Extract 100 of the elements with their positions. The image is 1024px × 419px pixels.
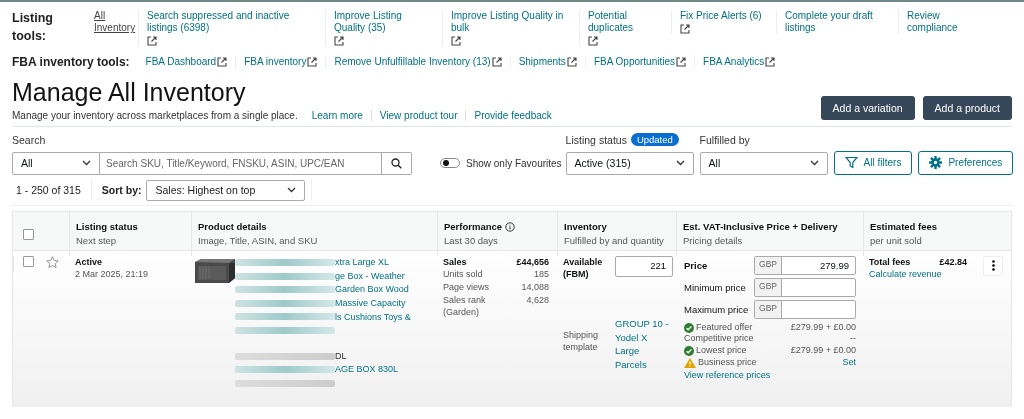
checkbox[interactable] <box>23 255 34 267</box>
more-options-button[interactable] <box>983 255 1003 276</box>
external-link-icon <box>566 57 577 68</box>
price-field[interactable]: GBP <box>754 299 856 319</box>
search-button[interactable] <box>382 151 412 175</box>
external-link-icon <box>765 57 776 68</box>
tool-link[interactable]: Complete your draft listings <box>776 10 898 34</box>
rank-category: (Garden) <box>443 306 480 319</box>
offer-value: £279.99 + £0.00 <box>790 345 856 357</box>
action-button[interactable]: Add a variation <box>820 95 915 120</box>
column-subtitle: Next step <box>76 234 118 249</box>
shipping-template-link[interactable]: GROUP 10 - Yodel X Large Parcels <box>615 316 673 402</box>
warning-icon <box>684 357 696 368</box>
product-title-fragment[interactable]: Massive Capacity <box>335 297 406 310</box>
external-link-icon <box>676 57 687 68</box>
column-title: Listing status <box>76 219 138 234</box>
external-link-icon <box>491 57 502 68</box>
inventory-label: Available (FBM) <box>563 255 604 282</box>
caret-icon <box>809 160 819 167</box>
price-field[interactable]: GBP 279.99 <box>754 255 856 275</box>
filter-button[interactable]: Preferences <box>918 150 1014 175</box>
updated-badge: Updated <box>630 133 679 147</box>
tool-link[interactable]: Review compliance <box>898 10 983 34</box>
tools-label: Listing tools: <box>12 10 54 45</box>
checkbox[interactable] <box>23 228 34 240</box>
calculate-revenue-link[interactable]: Calculate revenue <box>869 269 942 280</box>
info-icon <box>505 221 516 232</box>
offer-label: Featured offer <box>684 321 753 334</box>
external-link-icon <box>588 36 598 46</box>
star-icon[interactable] <box>46 255 59 269</box>
page-title: Manage All Inventory <box>12 76 247 107</box>
metric-label: Units sold <box>443 268 483 281</box>
metric-label: Page views <box>443 281 490 294</box>
tool-link[interactable]: Fix Price Alerts (6) <box>671 10 776 34</box>
tools-label: FBA inventory tools: <box>12 54 130 71</box>
metric-value: £44,656 <box>516 255 549 269</box>
metric-value: 14,088 <box>521 281 549 294</box>
search-scope-dropdown[interactable]: All <box>12 151 100 175</box>
external-link-icon <box>307 57 318 68</box>
toggle-label: Show only Favourites <box>466 157 562 169</box>
price-field[interactable]: GBP <box>754 277 856 297</box>
column-title: Estimated fees <box>870 219 938 234</box>
metric-label: Sales <box>443 255 467 269</box>
external-link-icon <box>147 36 157 46</box>
column-subtitle: Last 30 days <box>444 234 499 249</box>
sku-fragment: DL <box>335 349 347 363</box>
column-title: Est. VAT-Inclusive Price + Delivery <box>683 219 838 234</box>
reference-prices-link[interactable]: View reference prices <box>684 369 771 380</box>
check-icon <box>684 346 694 356</box>
product-title-fragment[interactable]: ge Box - Weather <box>335 269 405 283</box>
quantity-field[interactable]: 221 <box>616 256 672 276</box>
action-button[interactable]: Add a product <box>922 95 1012 120</box>
sku-fragment: AGE BOX 830L <box>335 363 399 377</box>
column-subtitle: Image, Title, ASIN, and SKU <box>198 234 319 249</box>
tool-link[interactable]: Remove Unfulfillable Inventory (13) <box>325 56 510 69</box>
help-link[interactable]: View product tour <box>370 109 466 121</box>
sort-dropdown[interactable]: Sales: Highest on top <box>146 179 306 201</box>
help-link[interactable]: Learn more <box>303 109 371 121</box>
search-field[interactable]: Search SKU, Title/Keyword, FNSKU, ASIN, UPC/EAN <box>100 151 382 175</box>
tool-link[interactable]: All Inventory <box>86 10 138 34</box>
product-title-fragment[interactable]: Garden Box Wood <box>335 283 409 297</box>
column-subtitle: per unit sold <box>870 234 923 249</box>
column-title: Performance <box>444 219 503 234</box>
column-title: Product details <box>198 219 267 234</box>
check-icon <box>684 322 694 333</box>
tool-link[interactable]: Potential duplicates <box>579 10 671 46</box>
tool-link[interactable]: Improve Listing Quality (35) <box>325 10 442 46</box>
search-label: Search <box>12 133 46 146</box>
kebab-icon <box>991 260 995 272</box>
metric-value: 185 <box>533 268 549 281</box>
fulfilled-by-dropdown[interactable]: All <box>699 151 828 175</box>
fees-value: £42.84 <box>939 255 967 269</box>
tool-link[interactable]: Shipments <box>509 56 585 69</box>
tool-link[interactable]: FBA Dashboard <box>137 56 236 69</box>
filter-label: Listing status <box>565 133 627 146</box>
column-title: Inventory <box>564 219 607 234</box>
external-link-icon <box>680 24 690 34</box>
page-description: Manage your inventory across marketplaces from a single place. <box>12 109 298 121</box>
product-title-fragment[interactable]: xtra Large XL <box>335 256 390 269</box>
fees-label: Total fees <box>869 255 911 269</box>
external-link-icon <box>217 57 228 68</box>
tool-link[interactable]: Improve Listing Quality in bulk <box>442 10 579 46</box>
column-subtitle: Pricing details <box>683 234 744 249</box>
listing-date: 2 Mar 2025, 21:19 <box>75 268 150 281</box>
sort-label: Sort by: <box>101 184 142 197</box>
filter-button[interactable]: All filters <box>833 150 913 175</box>
price-label: Maximum price <box>684 302 749 316</box>
listing-status-dropdown[interactable]: Active (315) <box>565 151 694 175</box>
offer-value: £279.99 + £0.00 <box>790 321 856 334</box>
tool-link[interactable]: FBA inventory <box>235 56 326 69</box>
tool-link[interactable]: Search suppressed and inactive listings (6398) <box>138 10 325 46</box>
tool-link[interactable]: FBA Opportunities <box>584 56 695 69</box>
product-title-fragment[interactable]: ls Cushions Toys & <box>335 310 411 324</box>
offer-label: Business price <box>684 356 757 369</box>
offer-value[interactable]: Set <box>842 356 856 369</box>
tool-link[interactable]: FBA Analytics <box>694 56 784 69</box>
help-link[interactable]: Provide feedback <box>465 109 560 121</box>
external-link-icon <box>334 36 344 46</box>
shipping-label: Shipping template <box>563 328 600 355</box>
filter-label: Fulfilled by <box>699 133 750 146</box>
